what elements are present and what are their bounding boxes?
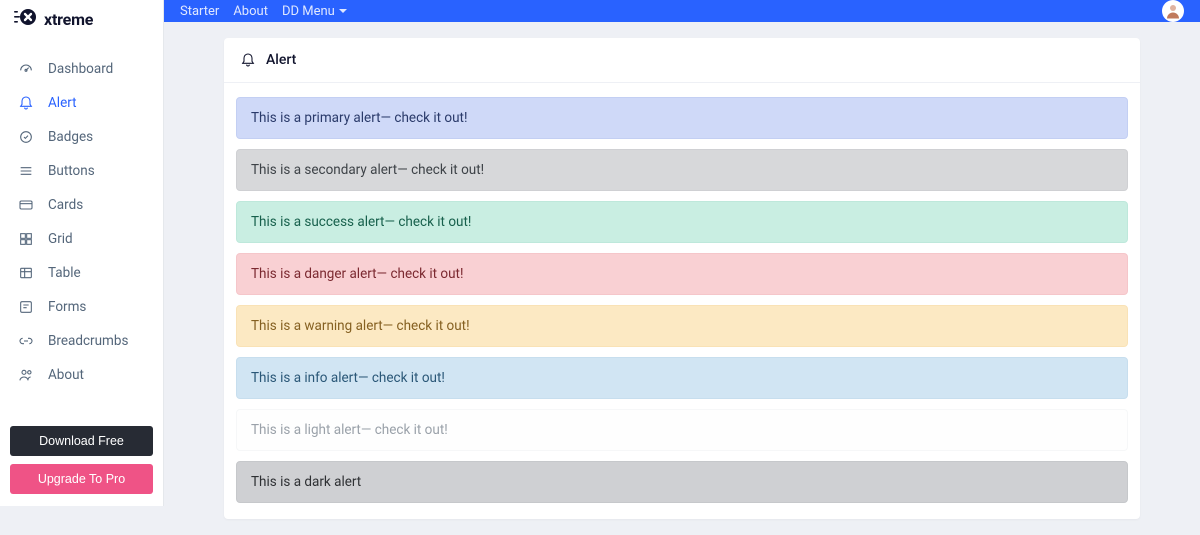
alert-danger: This is a danger alert— check it out!	[236, 253, 1128, 295]
alert-success: This is a success alert— check it out!	[236, 201, 1128, 243]
sidebar-item-cards[interactable]: Cards	[0, 188, 163, 222]
bell-icon	[240, 52, 256, 68]
topnav-starter[interactable]: Starter	[180, 4, 219, 19]
form-icon	[18, 299, 34, 315]
sidebar-item-breadcrumbs[interactable]: Breadcrumbs	[0, 324, 163, 358]
sidebar-item-label: Forms	[48, 299, 86, 315]
sidebar-item-label: Grid	[48, 231, 73, 247]
link-icon	[18, 333, 34, 349]
upgrade-pro-button[interactable]: Upgrade To Pro	[10, 464, 153, 494]
sidebar-nav: Dashboard Alert Badges Buttons Cards Gri…	[0, 38, 163, 426]
alert-secondary: This is a secondary alert— check it out!	[236, 149, 1128, 191]
alert-info: This is a info alert— check it out!	[236, 357, 1128, 399]
sidebar-item-label: Cards	[48, 197, 83, 213]
brand-name: xtreme	[44, 10, 93, 29]
sidebar-item-table[interactable]: Table	[0, 256, 163, 290]
card-icon	[18, 197, 34, 213]
topbar: Starter About DD Menu	[164, 0, 1200, 22]
sidebar-item-grid[interactable]: Grid	[0, 222, 163, 256]
sidebar-item-dashboard[interactable]: Dashboard	[0, 52, 163, 86]
people-icon	[18, 367, 34, 383]
brand-logo[interactable]: xtreme	[0, 0, 163, 38]
sidebar-item-label: Breadcrumbs	[48, 333, 128, 349]
sidebar-item-label: Table	[48, 265, 81, 281]
sidebar-item-label: Buttons	[48, 163, 95, 179]
topnav: Starter About DD Menu	[180, 4, 347, 19]
table-icon	[18, 265, 34, 281]
sidebar-item-label: Alert	[48, 95, 77, 111]
badge-icon	[18, 129, 34, 145]
alert-warning: This is a warning alert— check it out!	[236, 305, 1128, 347]
sidebar-buttons: Download Free Upgrade To Pro	[0, 426, 163, 506]
card-title: Alert	[266, 52, 296, 68]
alert-light: This is a light alert— check it out!	[236, 409, 1128, 451]
sidebar: xtreme Dashboard Alert Badges Buttons Ca…	[0, 0, 164, 506]
topnav-ddmenu-label: DD Menu	[282, 4, 335, 19]
brand-logo-icon	[14, 7, 38, 31]
alert-dark: This is a dark alert	[236, 461, 1128, 503]
sidebar-item-label: About	[48, 367, 84, 383]
card-header: Alert	[224, 38, 1140, 83]
sidebar-item-badges[interactable]: Badges	[0, 120, 163, 154]
sidebar-item-forms[interactable]: Forms	[0, 290, 163, 324]
download-free-button[interactable]: Download Free	[10, 426, 153, 456]
user-avatar[interactable]	[1162, 0, 1184, 22]
speedometer-icon	[18, 61, 34, 77]
alert-primary: This is a primary alert— check it out!	[236, 97, 1128, 139]
sidebar-item-label: Badges	[48, 129, 93, 145]
sidebar-item-buttons[interactable]: Buttons	[0, 154, 163, 188]
list-icon	[18, 163, 34, 179]
card-body: This is a primary alert— check it out! T…	[224, 83, 1140, 519]
grid-icon	[18, 231, 34, 247]
sidebar-item-about[interactable]: About	[0, 358, 163, 392]
sidebar-item-label: Dashboard	[48, 61, 113, 77]
alert-card: Alert This is a primary alert— check it …	[224, 38, 1140, 519]
topnav-ddmenu[interactable]: DD Menu	[282, 4, 347, 19]
sidebar-item-alert[interactable]: Alert	[0, 86, 163, 120]
chevron-down-icon	[339, 9, 347, 17]
topnav-about[interactable]: About	[233, 4, 268, 19]
avatar-icon	[1164, 2, 1182, 20]
bell-icon	[18, 95, 34, 111]
